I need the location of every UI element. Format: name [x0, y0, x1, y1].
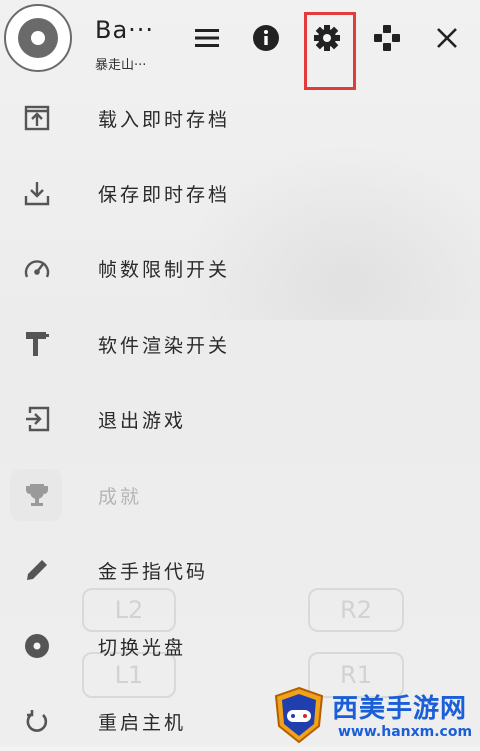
menu-item-save-state[interactable]: 保存即时存档	[0, 163, 300, 223]
menu-item-load-state[interactable]: 载入即时存档	[0, 88, 300, 148]
watermark: 西美手游网 www.hanxm.com	[272, 686, 480, 746]
disc-icon[interactable]	[4, 4, 72, 72]
game-subtitle: 暴走山···	[95, 58, 147, 73]
header-bar: Ba··· 暴走山···	[0, 0, 480, 90]
speedometer-icon	[22, 253, 52, 283]
menu-item-restart[interactable]: 重启主机	[0, 691, 300, 751]
gamepad-icon[interactable]	[371, 22, 403, 54]
menu-item-cheat-codes[interactable]: 金手指代码	[0, 540, 300, 600]
watermark-text: 西美手游网	[332, 694, 468, 724]
watermark-logo-icon	[274, 686, 324, 744]
save-state-icon	[22, 178, 52, 208]
close-icon[interactable]	[431, 22, 463, 54]
menu-item-exit-game[interactable]: 退出游戏	[0, 389, 300, 449]
load-state-icon	[22, 103, 52, 133]
info-icon[interactable]	[250, 22, 282, 54]
paint-roller-icon	[22, 329, 52, 359]
menu-item-frame-limit[interactable]: 帧数限制开关	[0, 238, 300, 298]
highlight-box	[304, 12, 356, 90]
trophy-icon	[22, 480, 52, 510]
watermark-url: www.hanxm.com	[338, 724, 473, 740]
disc-small-icon	[22, 631, 52, 661]
pencil-icon	[22, 555, 52, 585]
exit-icon	[22, 404, 52, 434]
menu-item-software-render[interactable]: 软件渲染开关	[0, 314, 300, 374]
menu-item-achievements[interactable]: 成就	[0, 465, 300, 525]
menu-icon[interactable]	[191, 22, 223, 54]
restart-icon	[22, 706, 52, 736]
menu-item-swap-disc[interactable]: 切换光盘	[0, 616, 300, 676]
r2-button[interactable]: R2	[308, 588, 404, 632]
game-title: Ba···	[95, 16, 155, 44]
